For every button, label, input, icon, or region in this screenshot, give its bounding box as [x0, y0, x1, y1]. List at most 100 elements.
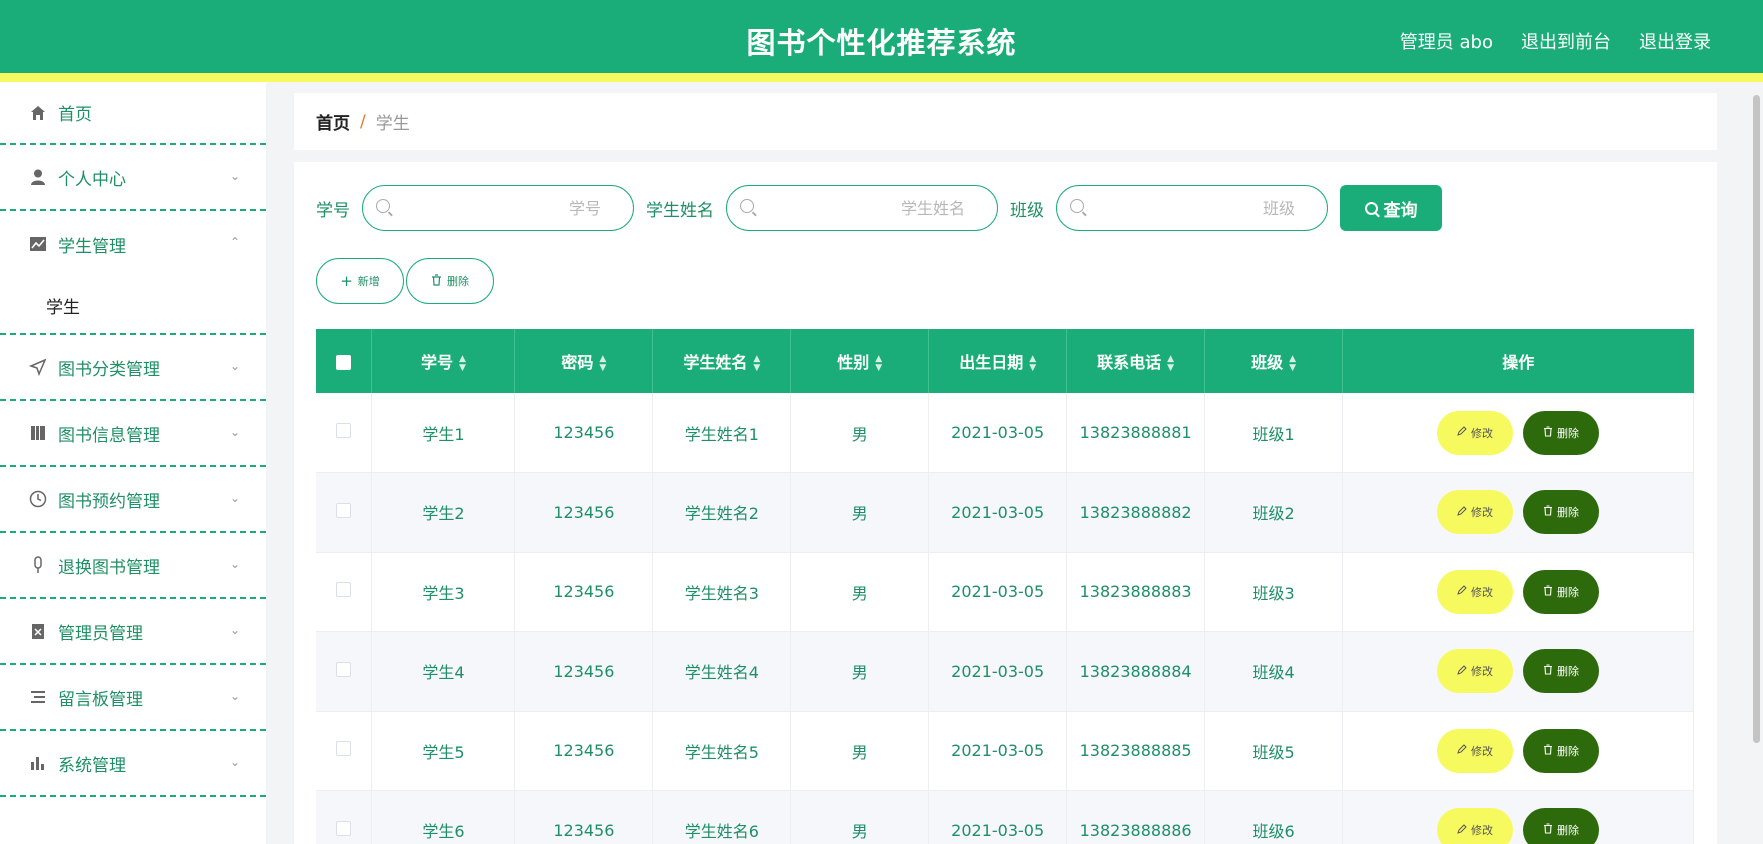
add-button-label: 新增 [357, 275, 380, 288]
sort-icon[interactable]: ▲ ▼ [599, 354, 606, 373]
column-header-student-name[interactable]: 学生姓名 ▲ ▼ [652, 329, 792, 393]
chevron-down-icon: ⌄ [229, 689, 240, 703]
sort-icon[interactable]: ▲ ▼ [1289, 354, 1296, 373]
sidebar-item-label: 首页 [58, 105, 92, 125]
sidebar-item-profile[interactable]: 个人中心 ⌄ [0, 145, 266, 211]
trash-icon [1543, 664, 1553, 678]
student-name-input[interactable] [727, 186, 997, 230]
query-button[interactable]: 查询 [1340, 185, 1442, 231]
cell-actions: 修改 删除 [1342, 631, 1694, 712]
edit-button[interactable]: 修改 [1437, 490, 1514, 535]
row-checkbox[interactable] [336, 582, 352, 598]
cell-actions: 修改 删除 [1342, 393, 1694, 473]
row-checkbox[interactable] [336, 423, 352, 438]
delete-button-label: 删除 [1557, 744, 1580, 758]
sort-icon[interactable]: ▲ ▼ [1029, 354, 1036, 373]
page-scrollbar[interactable] [1753, 95, 1760, 743]
row-checkbox[interactable] [336, 820, 352, 836]
column-header-password[interactable]: 密码 ▲ ▼ [514, 329, 654, 393]
book-icon [28, 423, 48, 443]
sort-icon[interactable]: ▲ ▼ [753, 354, 760, 373]
add-button[interactable]: + 新增 [316, 258, 404, 304]
delete-button-label: 删除 [1557, 665, 1580, 679]
cell-student-name: 学生姓名2 [652, 472, 792, 553]
column-header-gender[interactable]: 性别 ▲ ▼ [790, 329, 930, 393]
row-select-cell [316, 711, 373, 791]
delete-button-label: 删除 [1557, 426, 1580, 440]
breadcrumb-current: 学生 [375, 114, 410, 134]
list-icon [28, 687, 48, 707]
logout-link[interactable]: 退出登录 [1639, 28, 1711, 54]
row-checkbox[interactable] [336, 741, 352, 757]
sidebar-item-book-return[interactable]: 退换图书管理 ⌄ [0, 533, 266, 599]
table-row: 学生6 123456 学生姓名6 男 2021-03-05 13823888886 班级6 修… [316, 790, 1694, 844]
user-label[interactable]: 管理员 abo [1400, 28, 1493, 54]
table-row: 学生5 123456 学生姓名5 男 2021-03-05 13823888885 班级5 修… [316, 711, 1694, 791]
sidebar-item-book-info[interactable]: 图书信息管理 ⌄ [0, 401, 266, 467]
cell-gender: 男 [790, 393, 930, 473]
search-bar: 学号 学生姓名 班级 查询 [316, 184, 1442, 232]
sidebar-item-label: 图书分类管理 [58, 359, 160, 380]
sidebar-item-label: 留言板管理 [58, 689, 143, 710]
cell-password: 123456 [514, 552, 654, 632]
table-row: 学生3 123456 学生姓名3 男 2021-03-05 13823888883 班级3 修… [316, 552, 1694, 632]
delete-button[interactable]: 删除 [1523, 808, 1600, 844]
edit-button[interactable]: 修改 [1437, 569, 1514, 614]
breadcrumb: 首页 / 学生 [294, 93, 1717, 150]
column-header-class[interactable]: 班级 ▲ ▼ [1204, 329, 1344, 393]
batch-delete-button[interactable]: 删除 [406, 258, 494, 304]
sidebar-item-label: 学生管理 [58, 236, 126, 257]
cell-birth-date: 2021-03-05 [928, 711, 1068, 791]
row-select-cell [316, 790, 373, 844]
pencil-icon [1457, 665, 1467, 678]
top-header: 图书个性化推荐系统 管理员 abo 退出到前台 退出登录 [0, 0, 1763, 82]
edit-button[interactable]: 修改 [1437, 728, 1514, 773]
column-header-birth-date[interactable]: 出生日期 ▲ ▼ [928, 329, 1068, 393]
search-icon [1364, 201, 1378, 215]
edit-button[interactable]: 修改 [1437, 410, 1514, 455]
pencil-icon [1457, 585, 1467, 598]
delete-button-label: 删除 [1557, 824, 1580, 838]
main-content: 学号 学生姓名 班级 查询 + 新增 删除 [294, 162, 1717, 844]
row-checkbox[interactable] [336, 661, 352, 677]
sort-icon[interactable]: ▲ ▼ [1167, 354, 1174, 373]
column-header-phone[interactable]: 联系电话 ▲ ▼ [1066, 329, 1206, 393]
sidebar-item-home[interactable]: 首页 [0, 82, 266, 145]
sidebar-item-student-management[interactable]: 学生管理 ⌃ [0, 211, 266, 277]
sidebar-item-label: 管理员管理 [58, 623, 143, 644]
sidebar-item-admin-management[interactable]: 管理员管理 ⌄ [0, 599, 266, 665]
breadcrumb-home[interactable]: 首页 [316, 109, 350, 134]
pencil-icon [1457, 426, 1467, 439]
student-no-label: 学号 [316, 200, 350, 221]
row-checkbox[interactable] [336, 502, 352, 518]
delete-button[interactable]: 删除 [1523, 728, 1600, 773]
cell-gender: 男 [790, 790, 930, 844]
header-label: 联系电话 [1097, 353, 1162, 372]
cell-phone: 13823888881 [1066, 393, 1206, 473]
sidebar-subitem-student[interactable]: 学生 [0, 277, 266, 335]
sort-icon[interactable]: ▲ ▼ [459, 354, 466, 373]
user-icon [28, 167, 48, 187]
header-links: 管理员 abo 退出到前台 退出登录 [1400, 28, 1711, 54]
delete-button[interactable]: 删除 [1523, 649, 1600, 694]
sidebar-item-system[interactable]: 系统管理 ⌄ [0, 731, 266, 797]
edit-button[interactable]: 修改 [1437, 649, 1514, 694]
exit-to-front-link[interactable]: 退出到前台 [1521, 28, 1611, 54]
sort-icon[interactable]: ▲ ▼ [875, 354, 882, 373]
class-input[interactable] [1057, 186, 1327, 230]
sidebar-item-message-board[interactable]: 留言板管理 ⌄ [0, 665, 266, 731]
select-all-checkbox[interactable] [336, 354, 352, 370]
microphone-icon [28, 555, 48, 575]
trash-icon [1543, 505, 1553, 519]
edit-button[interactable]: 修改 [1437, 808, 1514, 844]
sidebar-item-book-category[interactable]: 图书分类管理 ⌄ [0, 335, 266, 401]
student-name-label: 学生姓名 [646, 200, 714, 221]
column-header-student-no[interactable]: 学号 ▲ ▼ [371, 329, 516, 393]
student-no-input[interactable] [363, 186, 633, 230]
delete-button[interactable]: 删除 [1523, 490, 1600, 535]
delete-button[interactable]: 删除 [1523, 569, 1600, 614]
cell-student-name: 学生姓名4 [652, 631, 792, 712]
sidebar-item-book-reservation[interactable]: 图书预约管理 ⌄ [0, 467, 266, 533]
delete-button[interactable]: 删除 [1523, 410, 1600, 455]
column-header-actions: 操作 [1342, 329, 1694, 393]
